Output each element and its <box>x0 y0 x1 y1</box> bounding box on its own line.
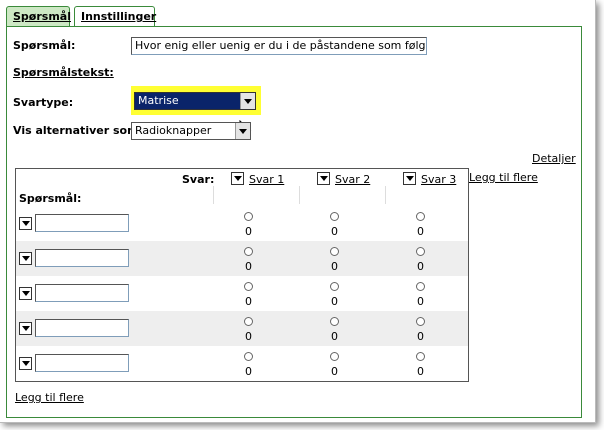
answer-type-value: Matrise <box>138 94 179 107</box>
answer-radio[interactable] <box>244 247 253 256</box>
add-more-rows-link[interactable]: Legg til flere <box>15 391 84 404</box>
matrix-row: 0 0 0 <box>16 276 468 311</box>
window-frame: Spørsmål Innstillinger Spørsmål: Hvor en… <box>0 0 596 423</box>
question-text-label: Spørsmålstekst: <box>13 66 114 79</box>
column-divider <box>213 186 214 204</box>
answer-radio[interactable] <box>330 352 339 361</box>
answer-radio[interactable] <box>330 212 339 221</box>
chevron-down-icon[interactable] <box>240 93 255 109</box>
show-alternatives-value: Radioknapper <box>135 124 212 137</box>
row-question-input[interactable] <box>35 319 129 337</box>
answer-matrix: Svar: Svar 1 Svar 2 Svar 3 Spørsmål: 0 0… <box>15 168 469 382</box>
answer-count: 0 <box>245 260 252 273</box>
matrix-row: 0 0 0 <box>16 241 468 276</box>
answer-radio[interactable] <box>244 282 253 291</box>
answer-count: 0 <box>417 295 424 308</box>
answer-radio[interactable] <box>416 212 425 221</box>
answer-count: 0 <box>417 365 424 378</box>
answer-type-select[interactable]: Matrise <box>134 92 256 110</box>
column-divider <box>385 186 386 204</box>
answer-radio[interactable] <box>416 352 425 361</box>
question-label: Spørsmål: <box>13 39 76 52</box>
svar-label: Svar: <box>182 173 215 186</box>
add-more-columns-link[interactable]: Legg til flere <box>469 171 538 184</box>
answer-count: 0 <box>331 365 338 378</box>
column-divider <box>299 186 300 204</box>
tab-question-label: Spørsmål <box>13 10 71 23</box>
tab-settings[interactable]: Innstillinger <box>74 6 157 27</box>
answer-count: 0 <box>245 225 252 238</box>
answer-radio[interactable] <box>330 247 339 256</box>
question-col-label: Spørsmål: <box>19 192 82 205</box>
question-panel: Spørsmål: Hvor enig eller uenig er du i … <box>6 26 582 418</box>
row-dropdown-icon[interactable] <box>19 252 32 265</box>
answer-radio[interactable] <box>244 352 253 361</box>
show-alternatives-select[interactable]: Radioknapper <box>131 122 251 140</box>
chevron-down-icon[interactable] <box>235 123 250 139</box>
answer-count: 0 <box>331 295 338 308</box>
answer-radio[interactable] <box>416 317 425 326</box>
answer-radio[interactable] <box>330 282 339 291</box>
matrix-row: 0 0 0 <box>16 206 468 241</box>
column-1-dropdown-icon[interactable] <box>231 172 244 185</box>
details-link[interactable]: Detaljer <box>532 152 576 165</box>
answer-count: 0 <box>417 260 424 273</box>
matrix-row: 0 0 0 <box>16 311 468 346</box>
answer-radio[interactable] <box>244 212 253 221</box>
row-question-input[interactable] <box>35 284 129 302</box>
tab-question[interactable]: Spørsmål <box>6 6 71 27</box>
row-dropdown-icon[interactable] <box>19 217 32 230</box>
answer-radio[interactable] <box>416 247 425 256</box>
answer-count: 0 <box>245 295 252 308</box>
show-alternatives-label: Vis alternativer som <box>13 124 139 137</box>
tab-settings-label: Innstillinger <box>81 10 157 23</box>
answer-count: 0 <box>245 365 252 378</box>
matrix-row: 0 0 0 <box>16 346 468 381</box>
row-question-input[interactable] <box>35 249 129 267</box>
column-2-header[interactable]: Svar 2 <box>335 173 370 186</box>
row-question-input[interactable] <box>35 354 129 372</box>
answer-radio[interactable] <box>244 317 253 326</box>
question-input[interactable]: Hvor enig eller uenig er du i de påstand… <box>131 37 427 55</box>
column-3-dropdown-icon[interactable] <box>403 172 416 185</box>
answer-count: 0 <box>417 330 424 343</box>
row-dropdown-icon[interactable] <box>19 287 32 300</box>
answer-count: 0 <box>331 225 338 238</box>
row-question-input[interactable] <box>35 214 129 232</box>
answer-type-label: Svartype: <box>13 96 74 109</box>
answer-radio[interactable] <box>416 282 425 291</box>
column-2-dropdown-icon[interactable] <box>317 172 330 185</box>
answer-count: 0 <box>417 225 424 238</box>
row-dropdown-icon[interactable] <box>19 357 32 370</box>
answer-radio[interactable] <box>330 317 339 326</box>
answer-count: 0 <box>331 330 338 343</box>
row-dropdown-icon[interactable] <box>19 322 32 335</box>
answer-count: 0 <box>331 260 338 273</box>
column-3-header[interactable]: Svar 3 <box>421 173 456 186</box>
answer-count: 0 <box>245 330 252 343</box>
column-1-header[interactable]: Svar 1 <box>249 173 284 186</box>
